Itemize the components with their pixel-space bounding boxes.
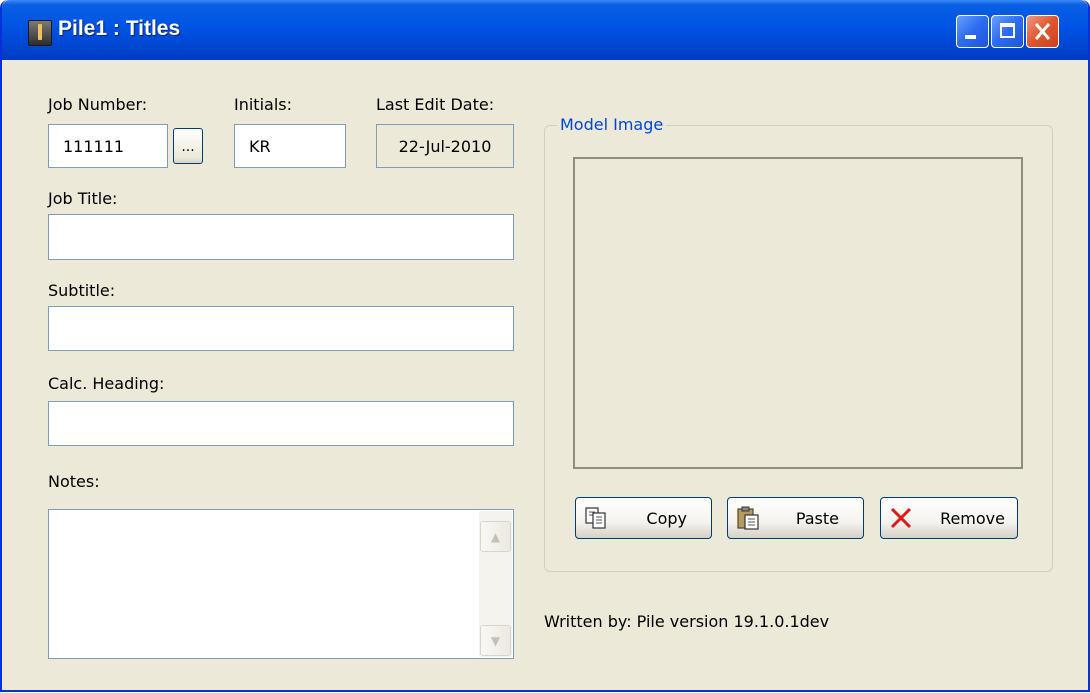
remove-button[interactable]: Remove (880, 497, 1018, 539)
version-info: Written by: Pile version 19.1.0.1dev (544, 612, 830, 631)
copy-icon (585, 507, 606, 529)
minimize-button[interactable] (956, 15, 989, 48)
remove-button-label: Remove (940, 509, 1005, 528)
notes-scrollbar[interactable]: ▲ ▼ (479, 511, 512, 657)
window-title: Pile1 : Titles (58, 17, 181, 40)
last-edit-date-label: Last Edit Date: (376, 95, 495, 114)
calc-heading-field[interactable] (48, 401, 514, 446)
job-title-field[interactable] (48, 214, 514, 260)
red-x-icon (890, 507, 912, 529)
title-bar[interactable]: Pile1 : Titles (2, 0, 1088, 60)
paste-icon (737, 506, 759, 530)
scroll-down-button[interactable]: ▼ (480, 625, 511, 656)
chevron-up-icon: ▲ (490, 530, 501, 544)
copy-button[interactable]: Copy (575, 497, 712, 539)
close-button[interactable] (1026, 15, 1059, 48)
initials-field[interactable]: KR (234, 124, 346, 168)
subtitle-label: Subtitle: (48, 281, 116, 300)
chevron-down-icon: ▼ (490, 634, 501, 648)
scroll-up-button[interactable]: ▲ (480, 521, 511, 552)
pile-app-icon[interactable] (28, 20, 52, 46)
initials-label: Initials: (234, 95, 292, 114)
job-number-label: Job Number: (48, 95, 148, 114)
copy-button-label: Copy (646, 509, 687, 528)
job-number-field[interactable]: 111111 (48, 124, 168, 168)
close-icon (1034, 23, 1051, 40)
model-image-area[interactable] (573, 157, 1023, 469)
notes-label: Notes: (48, 472, 100, 491)
minimize-icon (965, 35, 976, 39)
last-edit-date-field: 22-Jul-2010 (376, 124, 514, 168)
model-image-group-label: Model Image (557, 115, 667, 134)
calc-heading-label: Calc. Heading: (48, 374, 165, 393)
job-title-label: Job Title: (48, 189, 118, 208)
paste-button[interactable]: Paste (727, 497, 864, 539)
job-number-browse-button[interactable]: ... (173, 128, 203, 164)
paste-button-label: Paste (795, 509, 839, 528)
notes-textarea[interactable]: ▲ ▼ (48, 509, 514, 659)
subtitle-field[interactable] (48, 306, 514, 351)
maximize-icon (1000, 23, 1015, 38)
maximize-button[interactable] (991, 15, 1024, 48)
